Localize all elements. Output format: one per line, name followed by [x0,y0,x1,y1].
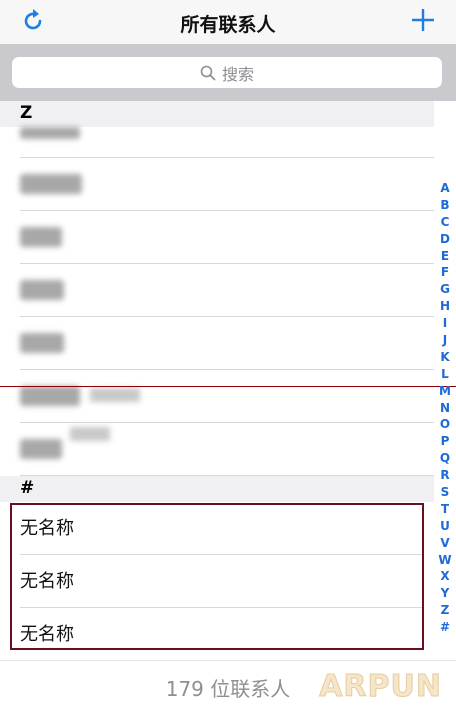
contact-row[interactable] [20,211,434,264]
index-letter-y[interactable]: Y [434,585,456,602]
search-input[interactable]: 搜索 [12,57,442,88]
index-letter-w[interactable]: W [434,552,456,569]
search-placeholder: 搜索 [221,64,254,84]
index-letter-p[interactable]: P [434,433,456,450]
contact-row[interactable] [20,264,434,317]
guide-line [0,386,456,387]
index-letter-q[interactable]: Q [434,450,456,467]
search-bar: 搜索 [0,44,456,101]
index-letter-l[interactable]: L [434,366,456,383]
plus-icon [412,9,434,31]
highlight-box [10,503,424,650]
footer: 179 位联系人 ARPUN [0,660,456,710]
navigation-bar: 所有联系人 [0,0,456,44]
index-letter-f[interactable]: F [434,264,456,281]
section-header-z: Z [0,101,434,127]
index-letter-x[interactable]: X [434,568,456,585]
contact-row[interactable] [20,158,434,211]
contact-row[interactable] [20,127,434,158]
index-letter-e[interactable]: E [434,248,456,265]
index-letter-a[interactable]: A [434,180,456,197]
index-letter-s[interactable]: S [434,484,456,501]
contact-row[interactable] [20,317,434,370]
index-letter-u[interactable]: U [434,518,456,535]
index-letter-b[interactable]: B [434,197,456,214]
index-letter-t[interactable]: T [434,501,456,518]
index-letter-d[interactable]: D [434,231,456,248]
page-title: 所有联系人 [180,14,276,36]
contact-row[interactable] [20,370,434,423]
index-letter-o[interactable]: O [434,416,456,433]
index-letter-i[interactable]: I [434,315,456,332]
index-letter-z[interactable]: Z [434,602,456,619]
index-letter-k[interactable]: K [434,349,456,366]
contact-row[interactable] [20,423,434,476]
watermark-logo: ARPUN [319,669,442,705]
index-letter-j[interactable]: J [434,332,456,349]
index-letter-hash[interactable]: # [434,619,456,636]
index-letter-n[interactable]: N [434,400,456,417]
index-letter-m[interactable]: M [434,383,456,400]
section-header-hash: # [0,476,434,502]
section-index-bar[interactable]: A B C D E F G H I J K L M N O P Q R S T U V W X Y Z # [434,180,456,636]
add-contact-button[interactable] [408,4,438,36]
search-icon [200,65,216,80]
index-letter-v[interactable]: V [434,535,456,552]
index-letter-g[interactable]: G [434,281,456,298]
index-letter-r[interactable]: R [434,467,456,484]
index-letter-h[interactable]: H [434,298,456,315]
index-letter-c[interactable]: C [434,214,456,231]
